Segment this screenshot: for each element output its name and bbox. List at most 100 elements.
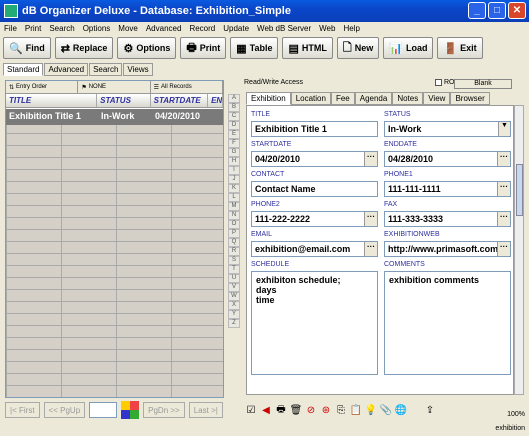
- alpha-index-j[interactable]: J: [228, 175, 240, 184]
- phone1-input[interactable]: 111-111-1111 ···: [384, 181, 511, 197]
- menu-advanced[interactable]: Advanced: [146, 24, 182, 33]
- col-status[interactable]: STATUS: [97, 94, 151, 107]
- email-input[interactable]: exhibition@email.com ···: [251, 241, 378, 257]
- alpha-index-s[interactable]: S: [228, 256, 240, 265]
- title-input[interactable]: Exhibition Title 1: [251, 121, 378, 137]
- lightbulb-icon[interactable]: 💡: [364, 403, 378, 417]
- alpha-index-p[interactable]: P: [228, 229, 240, 238]
- alpha-index-q[interactable]: Q: [228, 238, 240, 247]
- tab-views[interactable]: Views: [123, 63, 153, 76]
- email-button[interactable]: ···: [364, 242, 377, 256]
- alpha-index-e[interactable]: E: [228, 130, 240, 139]
- exit-button[interactable]: 🚪 Exit: [437, 37, 483, 59]
- table-button[interactable]: ▦ Table: [230, 37, 279, 59]
- export-icon[interactable]: ⇪: [423, 403, 437, 417]
- menu-file[interactable]: File: [4, 24, 17, 33]
- alpha-index-f[interactable]: F: [228, 139, 240, 148]
- chevron-down-icon[interactable]: ▼: [498, 122, 510, 136]
- html-button[interactable]: ▤ HTML: [282, 37, 333, 59]
- filter-none-button[interactable]: ⚑ NONE: [78, 81, 151, 93]
- menu-options[interactable]: Options: [83, 24, 111, 33]
- print-button[interactable]: 🖶 Print: [180, 37, 227, 59]
- grid-body[interactable]: Exhibition Title 1 In-Work 04/20/2010: [6, 109, 223, 397]
- tab-location[interactable]: Location: [290, 92, 331, 105]
- dial-button[interactable]: ···: [497, 212, 510, 226]
- fax-input[interactable]: 111-333-3333 ···: [384, 211, 511, 227]
- alpha-index-o[interactable]: O: [228, 220, 240, 229]
- menu-search[interactable]: Search: [49, 24, 74, 33]
- alpha-index-h[interactable]: H: [228, 157, 240, 166]
- ro-checkbox[interactable]: [435, 79, 442, 86]
- form-scrollbar[interactable]: [514, 105, 524, 395]
- alpha-index-t[interactable]: T: [228, 265, 240, 274]
- col-title[interactable]: TITLE: [6, 94, 98, 107]
- startdate-input[interactable]: 04/20/2010 ···: [251, 151, 378, 167]
- grid-color-icon[interactable]: [121, 401, 140, 419]
- paste-icon[interactable]: 📋: [349, 403, 363, 417]
- maximize-button[interactable]: □: [488, 2, 506, 19]
- alpha-index-z[interactable]: Z: [228, 319, 240, 328]
- alpha-index-i[interactable]: I: [228, 166, 240, 175]
- tab-agenda[interactable]: Agenda: [354, 92, 393, 105]
- minimize-button[interactable]: _: [468, 2, 486, 19]
- menu-move[interactable]: Move: [118, 24, 138, 33]
- sort-order-button[interactable]: ⇅ Entry Order: [6, 81, 79, 93]
- alpha-index-c[interactable]: C: [228, 112, 240, 121]
- schedule-textarea[interactable]: exhibiton schedule; days time: [251, 271, 378, 375]
- date-picker-button[interactable]: ···: [364, 152, 377, 166]
- contact-input[interactable]: Contact Name: [251, 181, 378, 197]
- alpha-index-g[interactable]: G: [228, 148, 240, 157]
- delete-icon[interactable]: 🗑: [289, 403, 303, 417]
- copy-icon[interactable]: ⎘: [334, 403, 348, 417]
- save-icon[interactable]: ⊛: [319, 403, 333, 417]
- tab-view[interactable]: View: [423, 92, 451, 105]
- first-button[interactable]: |< First: [5, 402, 40, 418]
- alpha-index-b[interactable]: B: [228, 103, 240, 112]
- alpha-index-a[interactable]: A: [228, 94, 240, 103]
- read-only-toggle[interactable]: RO: [435, 79, 455, 86]
- all-records-button[interactable]: ☰ All Records: [151, 81, 223, 93]
- pgdn-button[interactable]: PgDn >>: [143, 402, 185, 418]
- stop-icon[interactable]: ⊘: [304, 403, 318, 417]
- comments-textarea[interactable]: exhibition comments: [384, 271, 511, 375]
- menu-record[interactable]: Record: [189, 24, 215, 33]
- close-button[interactable]: ✕: [508, 2, 526, 19]
- alpha-index-x[interactable]: X: [228, 301, 240, 310]
- web-input[interactable]: http://www.primasoft.com ···: [384, 241, 511, 257]
- open-url-button[interactable]: ···: [497, 242, 510, 256]
- tab-fee[interactable]: Fee: [330, 92, 355, 105]
- print-record-icon[interactable]: 🖶: [274, 403, 288, 417]
- menu-web-db-server[interactable]: Web dB Server: [257, 24, 311, 33]
- last-button[interactable]: Last >|: [188, 402, 223, 418]
- alpha-index-r[interactable]: R: [228, 247, 240, 256]
- alpha-index-l[interactable]: L: [228, 193, 240, 202]
- find-button[interactable]: 🔍 Find: [3, 37, 51, 59]
- alpha-index-d[interactable]: D: [228, 121, 240, 130]
- menu-print[interactable]: Print: [25, 24, 41, 33]
- tab-exhibition[interactable]: Exhibition: [246, 92, 291, 105]
- scroll-thumb[interactable]: [516, 164, 523, 216]
- table-row[interactable]: Exhibition Title 1 In-Work 04/20/2010: [6, 109, 223, 125]
- load-button[interactable]: 📊 Load: [383, 37, 434, 59]
- col-startdate[interactable]: STARTDATE: [151, 94, 209, 107]
- menu-help[interactable]: Help: [343, 24, 359, 33]
- tab-browser[interactable]: Browser: [450, 92, 490, 105]
- attachment-icon[interactable]: 📎: [379, 403, 393, 417]
- alpha-index-k[interactable]: K: [228, 184, 240, 193]
- alpha-index-v[interactable]: V: [228, 283, 240, 292]
- enddate-input[interactable]: 04/28/2010 ···: [384, 151, 511, 167]
- alpha-index-n[interactable]: N: [228, 211, 240, 220]
- alpha-index-m[interactable]: M: [228, 202, 240, 211]
- back-arrow-icon[interactable]: ◀: [259, 403, 273, 417]
- menu-web[interactable]: Web: [319, 24, 335, 33]
- status-select[interactable]: In-Work ▼: [384, 121, 511, 137]
- dial-button[interactable]: ···: [364, 212, 377, 226]
- dial-button[interactable]: ···: [497, 182, 510, 196]
- tab-advanced[interactable]: Advanced: [44, 63, 89, 76]
- menu-update[interactable]: Update: [223, 24, 249, 33]
- blank-button[interactable]: Blank: [454, 79, 512, 89]
- options-button[interactable]: ⚙ Options: [117, 37, 177, 59]
- replace-button[interactable]: ⇄ Replace: [54, 37, 114, 59]
- date-picker-button[interactable]: ···: [497, 152, 510, 166]
- globe-icon[interactable]: 🌐: [394, 403, 408, 417]
